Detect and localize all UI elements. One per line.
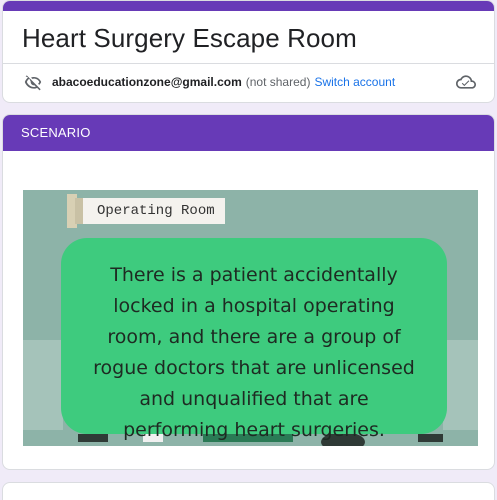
caption-text: There is a patient accidentally locked i… bbox=[93, 264, 415, 441]
switch-account-link[interactable]: Switch account bbox=[314, 75, 395, 89]
next-card bbox=[2, 482, 495, 500]
cloud-saved-icon bbox=[456, 72, 476, 92]
form-header-card: Heart Surgery Escape Room abacoeducation… bbox=[2, 0, 495, 103]
account-row: abacoeducationzone@gmail.com (not shared… bbox=[24, 71, 395, 93]
caption-bubble: There is a patient accidentally locked i… bbox=[61, 238, 447, 441]
scenario-image: Operating Room There is a patient accide… bbox=[23, 190, 478, 446]
not-shared-label: (not shared) bbox=[245, 75, 311, 89]
section-title: SCENARIO bbox=[21, 125, 91, 140]
divider bbox=[3, 63, 494, 64]
section-card: SCENARIO Operating Room There is a patie… bbox=[2, 114, 495, 470]
operating-room-sign: Operating Room bbox=[83, 198, 225, 224]
sign-shadow bbox=[67, 194, 77, 228]
form-title: Heart Surgery Escape Room bbox=[22, 23, 357, 53]
eye-off-icon bbox=[24, 72, 44, 92]
accent-bar bbox=[3, 1, 494, 11]
section-header: SCENARIO bbox=[3, 115, 494, 151]
account-email: abacoeducationzone@gmail.com bbox=[52, 75, 242, 89]
